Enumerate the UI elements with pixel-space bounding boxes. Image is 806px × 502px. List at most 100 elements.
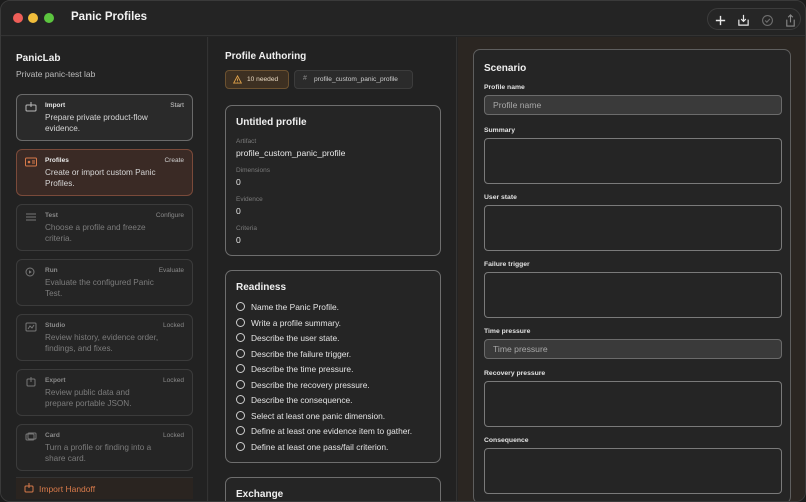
import-button[interactable]	[734, 11, 752, 29]
plus-icon	[715, 15, 725, 25]
step-import[interactable]: Import Start Prepare private product-flo…	[16, 94, 193, 141]
exchange-card: Exchange	[225, 477, 441, 501]
artifact-value: profile_custom_panic_profile	[236, 148, 346, 158]
import-icon	[737, 14, 749, 26]
step-description: Turn a profile or finding into a share c…	[45, 443, 152, 463]
unchecked-circle-icon	[236, 379, 245, 389]
step-test[interactable]: Test Configure Choose a profile and free…	[16, 204, 193, 251]
id-card-icon	[25, 157, 37, 167]
play-circle-icon	[25, 267, 35, 277]
check-circle-icon	[761, 14, 773, 26]
unchecked-circle-icon	[236, 441, 245, 451]
share-icon	[785, 13, 795, 27]
evidence-label: Evidence	[236, 196, 263, 203]
step-tag: Locked	[163, 432, 184, 439]
step-tag: Start	[170, 102, 184, 109]
unchecked-circle-icon	[236, 395, 245, 404]
app-subtitle: Private panic-test lab	[16, 69, 96, 79]
validate-button[interactable]	[758, 11, 776, 29]
close-window-button[interactable]	[13, 13, 23, 23]
step-title: Profiles	[45, 157, 69, 164]
needed-chip[interactable]: 10 needed	[225, 70, 289, 89]
step-tag: Configure	[155, 212, 184, 219]
import-box-icon	[25, 102, 37, 112]
consequence-textarea[interactable]	[484, 448, 782, 494]
scenario-title: Scenario	[484, 63, 527, 74]
step-export[interactable]: Export Locked Review public data and pre…	[16, 369, 193, 416]
import-handoff-icon	[24, 483, 34, 493]
evidence-value: 0	[236, 206, 241, 216]
profile-name-input[interactable]	[484, 95, 782, 115]
slug-chip[interactable]: # profile_custom_panic_profile	[294, 70, 413, 89]
readiness-title: Readiness	[236, 282, 287, 293]
scenario-form: Scenario Profile name Summary User state…	[473, 49, 791, 501]
dimensions-label: Dimensions	[236, 167, 270, 174]
scenario-panel: Scenario Profile name Summary User state…	[458, 37, 805, 501]
studio-icon	[25, 322, 37, 332]
recovery-pressure-label: Recovery pressure	[484, 370, 546, 377]
recovery-pressure-textarea[interactable]	[484, 381, 782, 427]
unchecked-circle-icon	[236, 364, 245, 373]
share-button[interactable]	[781, 11, 799, 29]
card-stack-icon	[25, 432, 37, 441]
step-description: Prepare private product-flow evidence.	[45, 113, 148, 133]
add-button[interactable]	[711, 11, 729, 29]
zoom-window-button[interactable]	[44, 13, 54, 23]
profile-summary-card: Untitled profile Artifact profile_custom…	[225, 105, 441, 256]
title-bar: Panic Profiles	[1, 1, 805, 36]
window-title: Panic Profiles	[71, 11, 148, 23]
minimize-window-button[interactable]	[28, 13, 38, 23]
unchecked-circle-icon	[236, 302, 245, 311]
app-name: PanicLab	[16, 53, 61, 64]
user-state-label: User state	[484, 194, 517, 201]
toolbar	[707, 8, 801, 30]
needed-count: 10 needed	[247, 76, 279, 83]
unchecked-circle-icon	[236, 426, 245, 435]
step-run[interactable]: Run Evaluate Evaluate the configured Pan…	[16, 259, 193, 306]
step-tag: Locked	[163, 377, 184, 384]
step-description: Choose a profile and freeze criteria.	[45, 223, 146, 243]
step-tag: Create	[164, 157, 184, 164]
dimensions-value: 0	[236, 177, 241, 187]
step-description: Review public data and prepare portable …	[45, 388, 132, 408]
step-tag: Locked	[163, 322, 184, 329]
hash-icon: #	[303, 75, 307, 82]
time-pressure-input[interactable]	[484, 339, 782, 359]
readiness-card: Readiness Name the Panic Profile. Write …	[225, 270, 441, 463]
section-title: Profile Authoring	[225, 51, 307, 62]
authoring-column: Profile Authoring 10 needed # profile_cu…	[209, 37, 457, 501]
time-pressure-label: Time pressure	[484, 328, 531, 335]
failure-trigger-label: Failure trigger	[484, 261, 530, 268]
step-profiles[interactable]: Profiles Create Create or import custom …	[16, 149, 193, 196]
failure-trigger-textarea[interactable]	[484, 272, 782, 318]
export-icon	[26, 377, 36, 387]
profile-slug: profile_custom_panic_profile	[314, 76, 398, 83]
unchecked-circle-icon	[236, 410, 245, 420]
summary-label: Summary	[484, 127, 515, 134]
import-handoff-button[interactable]: Import Handoff	[16, 477, 193, 499]
criteria-value: 0	[236, 235, 241, 245]
step-title: Import	[45, 102, 66, 109]
artifact-label: Artifact	[236, 138, 257, 145]
step-title: Export	[45, 377, 66, 384]
criteria-label: Criteria	[236, 225, 257, 232]
import-handoff-label: Import Handoff	[39, 484, 96, 494]
step-description: Create or import custom Panic Profiles.	[45, 168, 156, 188]
app-window: Panic Profiles PanicLab Private panic-te…	[0, 0, 806, 502]
step-card[interactable]: Card Locked Turn a profile or finding in…	[16, 424, 193, 471]
profile-name-label: Profile name	[484, 84, 525, 91]
step-title: Studio	[45, 322, 66, 329]
consequence-label: Consequence	[484, 437, 529, 444]
step-tag: Evaluate	[158, 267, 184, 274]
step-description: Evaluate the configured Panic Test.	[45, 278, 154, 298]
step-title: Test	[45, 212, 58, 219]
unchecked-circle-icon	[236, 317, 245, 327]
step-studio[interactable]: Studio Locked Review history, evidence o…	[16, 314, 193, 361]
sidebar: PanicLab Private panic-test lab Import S…	[1, 37, 208, 501]
step-description: Review history, evidence order, findings…	[45, 333, 159, 353]
profile-title: Untitled profile	[236, 117, 307, 128]
user-state-textarea[interactable]	[484, 205, 782, 251]
summary-textarea[interactable]	[484, 138, 782, 184]
unchecked-circle-icon	[236, 348, 245, 358]
list-icon	[26, 213, 36, 221]
